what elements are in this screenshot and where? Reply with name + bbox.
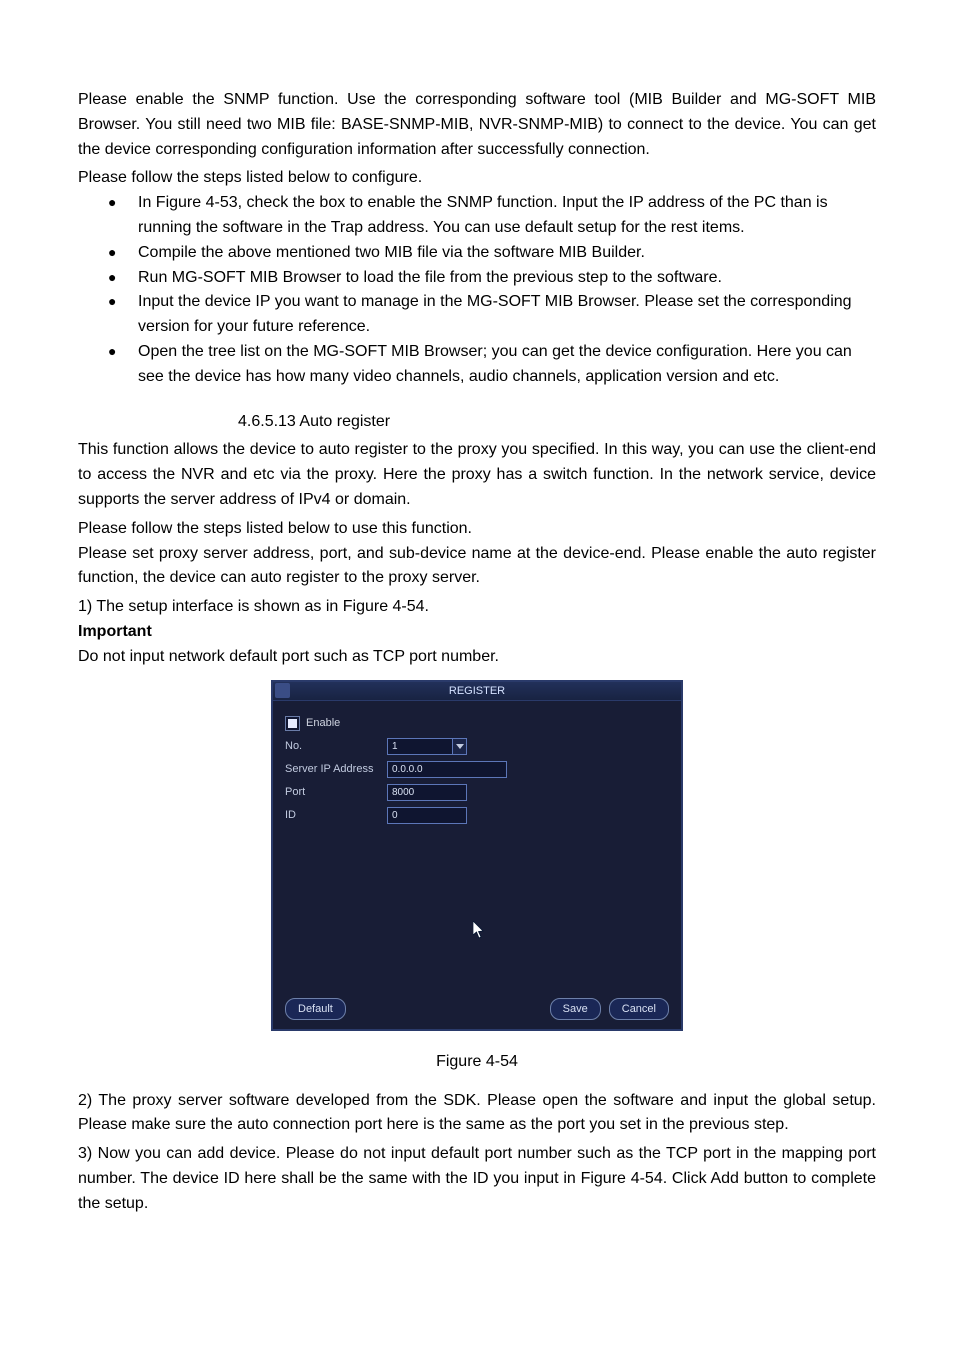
no-label: No. [285, 740, 387, 752]
important-heading: Important [78, 620, 876, 645]
server-ip-row: Server IP Address 0.0.0.0 [285, 759, 669, 780]
bullet-item: Run MG-SOFT MIB Browser to load the file… [78, 266, 876, 291]
id-label: ID [285, 809, 387, 821]
register-dialog: REGISTER Enable No. 1 Server IP Address [271, 680, 683, 1031]
paragraph-autoreg-proxy: Please set proxy server address, port, a… [78, 542, 876, 592]
step-1: 1) The setup interface is shown as in Fi… [78, 595, 876, 620]
cursor-icon [473, 921, 485, 939]
id-row: ID 0 [285, 805, 669, 826]
enable-row: Enable [285, 713, 669, 734]
paragraph-autoreg-steps-intro: Please follow the steps listed below to … [78, 517, 876, 542]
bullet-list: In Figure 4-53, check the box to enable … [78, 191, 876, 389]
server-ip-input[interactable]: 0.0.0.0 [387, 761, 507, 778]
step-3: 3) Now you can add device. Please do not… [78, 1142, 876, 1216]
enable-checkbox[interactable] [285, 716, 300, 731]
paragraph-autoreg-intro: This function allows the device to auto … [78, 438, 876, 512]
no-row: No. 1 [285, 736, 669, 757]
enable-label: Enable [306, 717, 340, 729]
cancel-button[interactable]: Cancel [609, 998, 669, 1020]
chevron-down-icon [453, 738, 467, 755]
dialog-title: REGISTER [449, 685, 505, 697]
document-page: Please enable the SNMP function. Use the… [0, 0, 954, 1350]
no-select[interactable]: 1 [387, 738, 467, 755]
bullet-item: In Figure 4-53, check the box to enable … [78, 191, 876, 241]
important-text: Do not input network default port such a… [78, 645, 876, 670]
app-icon [275, 683, 290, 698]
save-button[interactable]: Save [550, 998, 601, 1020]
dialog-footer: Default Save Cancel [273, 997, 681, 1021]
paragraph-steps-intro: Please follow the steps listed below to … [78, 166, 876, 191]
bullet-item: Open the tree list on the MG-SOFT MIB Br… [78, 340, 876, 390]
dialog-titlebar: REGISTER [273, 682, 681, 701]
figure-register-dialog: REGISTER Enable No. 1 Server IP Address [271, 680, 683, 1031]
port-row: Port 8000 [285, 782, 669, 803]
figure-caption: Figure 4-54 [78, 1053, 876, 1071]
server-ip-label: Server IP Address [285, 763, 387, 775]
step-2: 2) The proxy server software developed f… [78, 1089, 876, 1139]
id-input[interactable]: 0 [387, 807, 467, 824]
section-heading-autoregister: 4.6.5.13 Auto register [238, 410, 876, 435]
default-button[interactable]: Default [285, 998, 346, 1020]
port-input[interactable]: 8000 [387, 784, 467, 801]
dialog-body: Enable No. 1 Server IP Address 0.0.0.0 P… [273, 701, 681, 985]
port-label: Port [285, 786, 387, 798]
paragraph-snmp-intro: Please enable the SNMP function. Use the… [78, 88, 876, 162]
bullet-item: Input the device IP you want to manage i… [78, 290, 876, 340]
bullet-item: Compile the above mentioned two MIB file… [78, 241, 876, 266]
no-value: 1 [387, 738, 453, 755]
